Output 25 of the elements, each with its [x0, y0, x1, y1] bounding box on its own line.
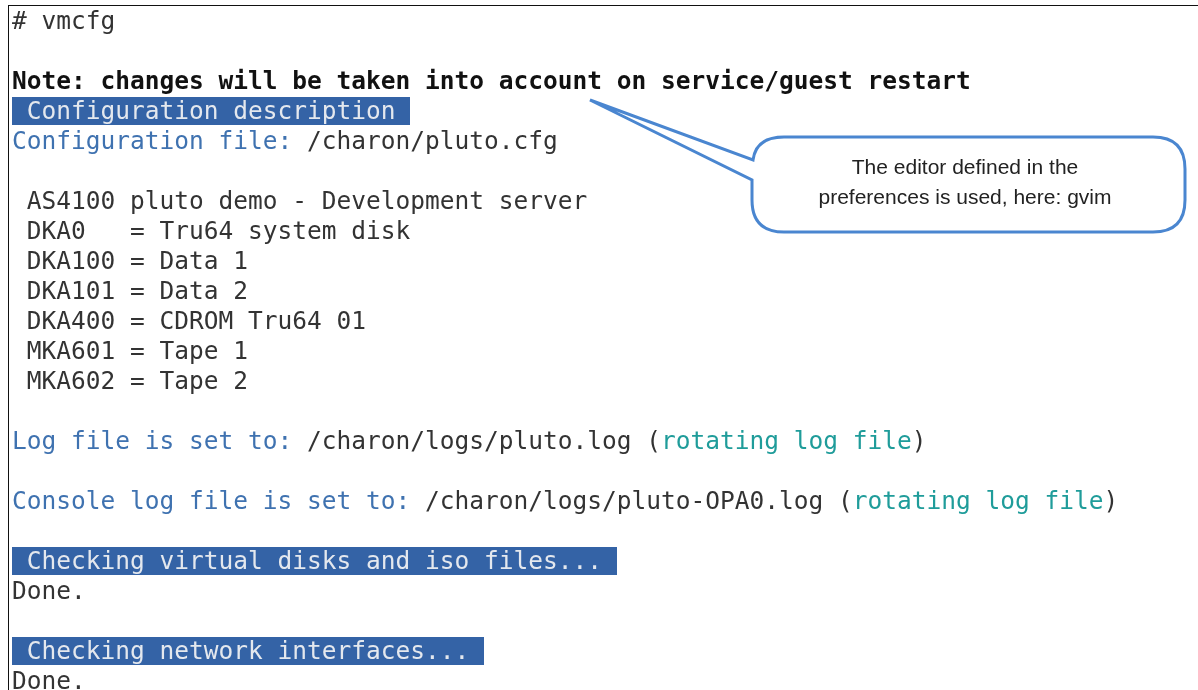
output-label: Console log file is set to: — [12, 486, 412, 515]
section-heading: Checking network interfaces... — [12, 637, 484, 665]
section-heading: Configuration description — [12, 97, 411, 125]
output-note: rotating log file — [661, 426, 912, 455]
output-text: DKA100 = Data 1 — [26, 246, 248, 275]
output-text: MKA601 = Tape 1 — [26, 336, 248, 365]
output-text: DKA400 = CDROM Tru64 01 — [26, 306, 366, 335]
section-heading: Checking virtual disks and iso files... — [12, 547, 617, 575]
callout-text: The editor defined in the preferences is used, here: gvim — [817, 154, 1113, 210]
output-label: Configuration file: — [12, 126, 294, 155]
output-text: MKA602 = Tape 2 — [26, 366, 248, 395]
note-text: Note: changes will be taken into account on service/guest restart — [12, 66, 971, 95]
output-text: DKA0 = Tru64 system disk — [26, 216, 411, 245]
output-text: AS4100 pluto demo - Development server — [26, 186, 588, 215]
output-text: ) — [1103, 486, 1119, 515]
output-text: Done. — [12, 666, 86, 690]
output-text: /charon/pluto.cfg — [307, 126, 558, 155]
output-text: DKA101 = Data 2 — [26, 276, 248, 305]
output-label: Log file is set to: — [12, 426, 294, 455]
output-text: /charon/logs/pluto.log ( — [307, 426, 662, 455]
output-text: # vmcfg — [12, 6, 116, 35]
output-text: ) — [911, 426, 927, 455]
output-text: Done. — [12, 576, 86, 605]
output-text: /charon/logs/pluto-OPA0.log ( — [425, 486, 853, 515]
output-note: rotating log file — [852, 486, 1104, 515]
